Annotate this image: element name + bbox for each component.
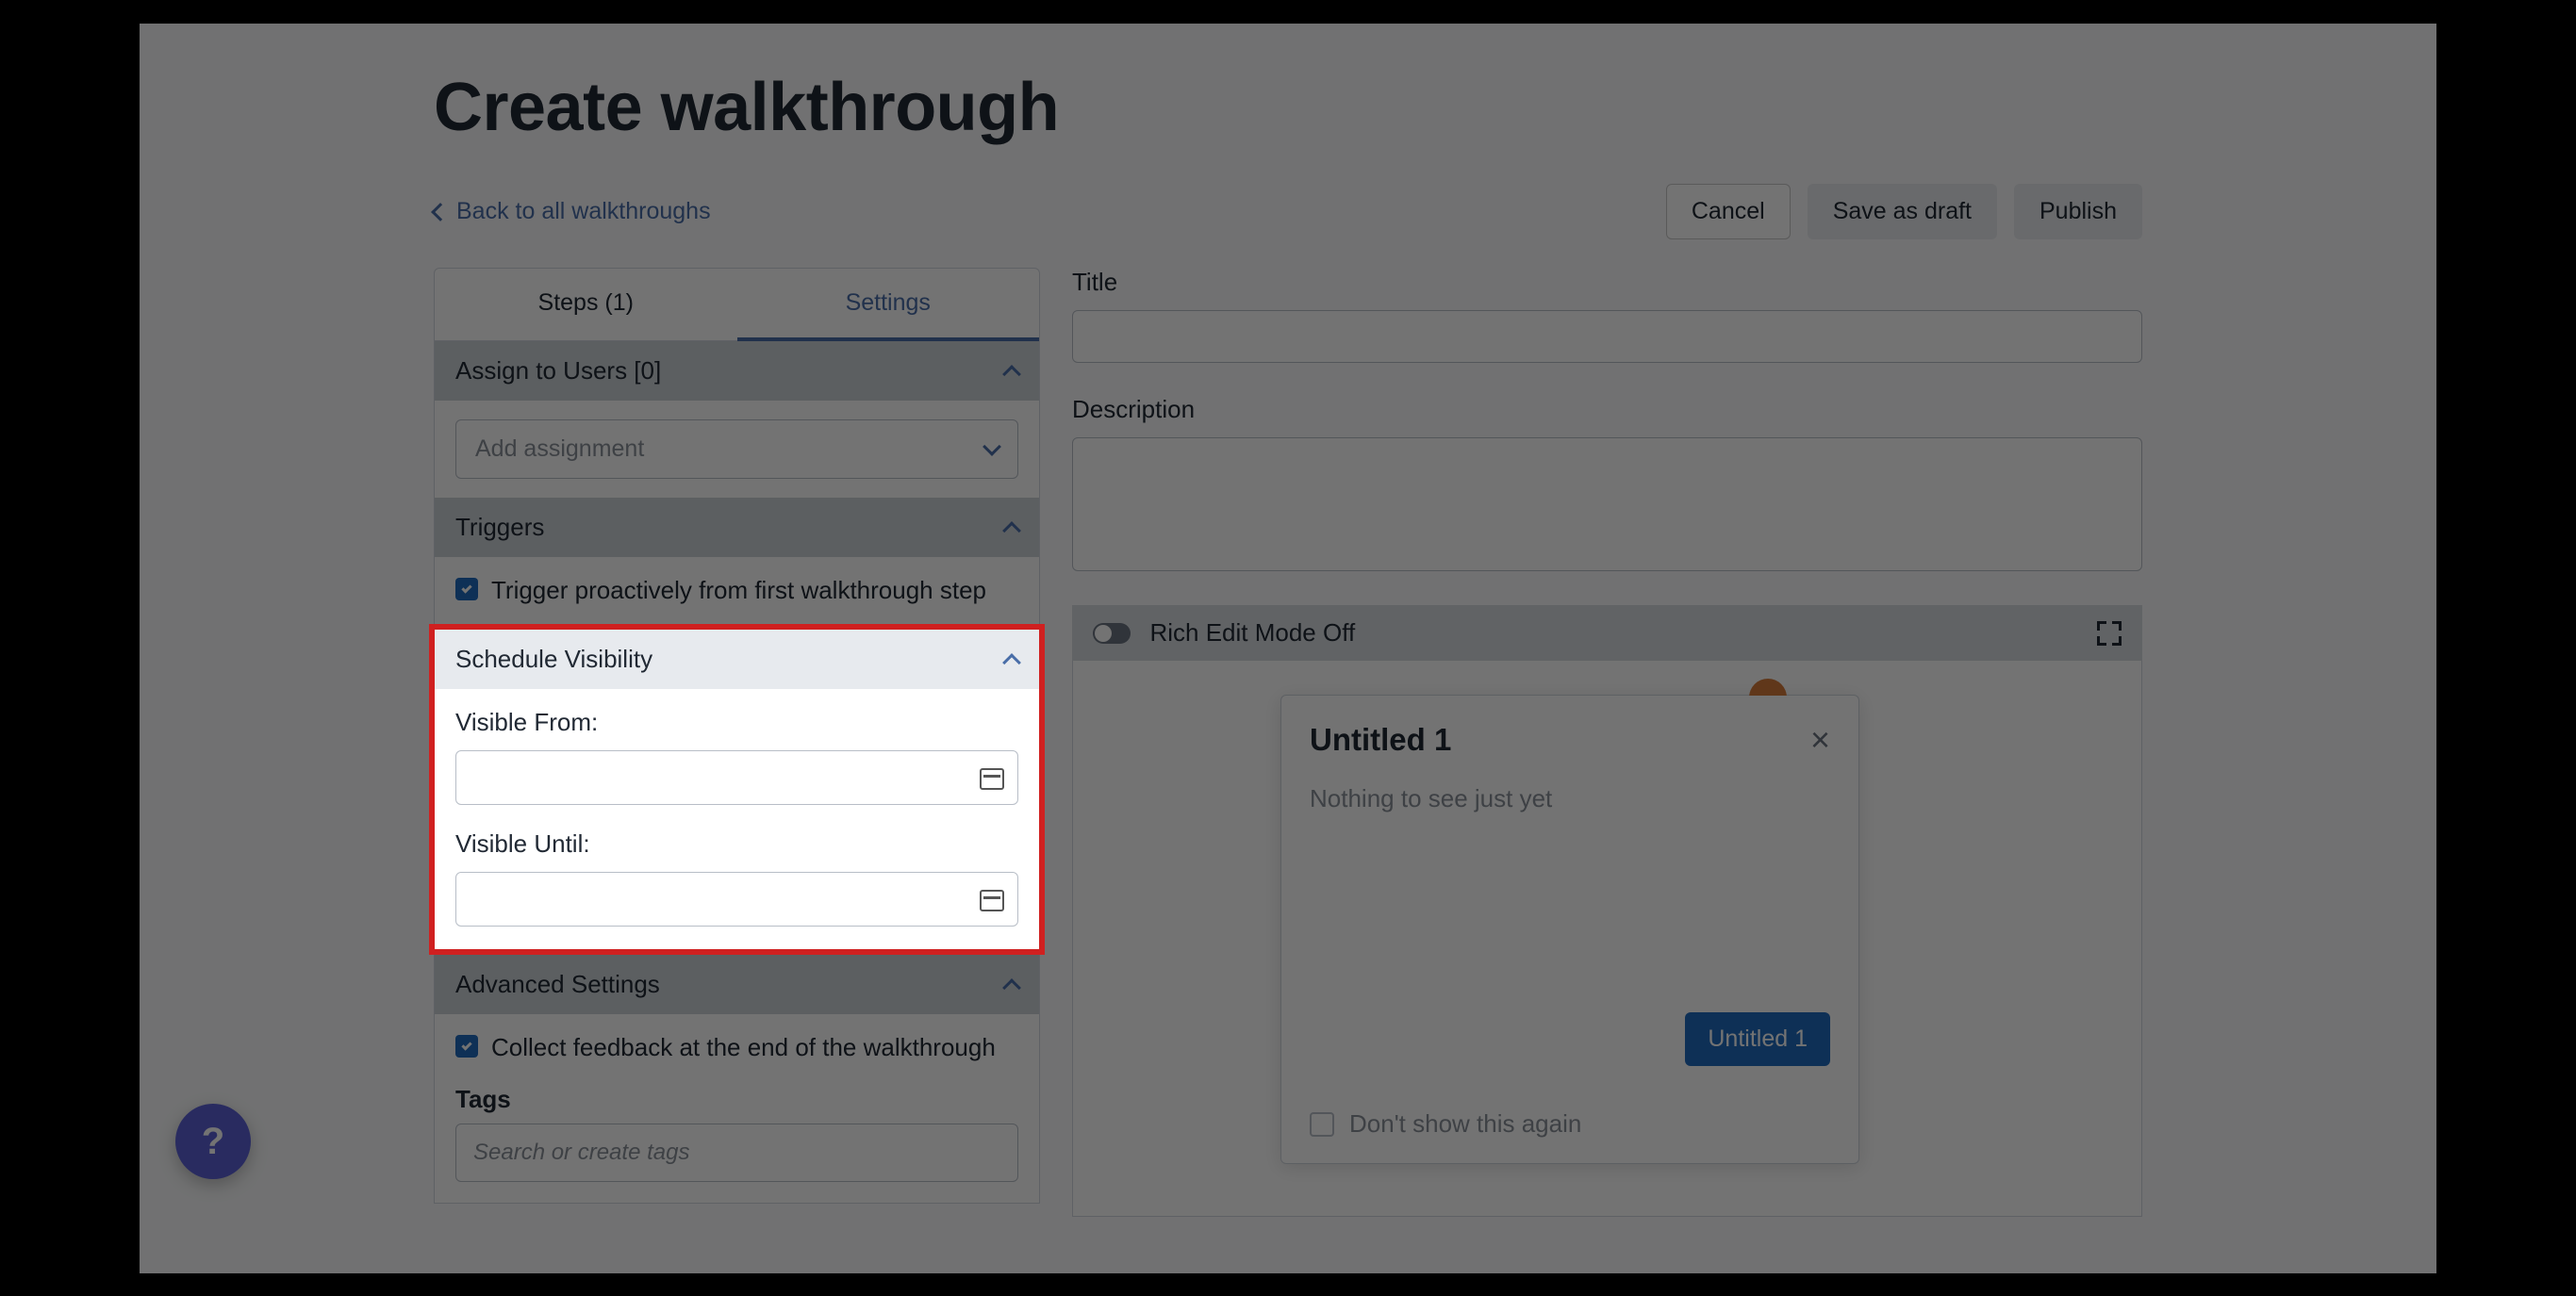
description-label: Description [1072,395,2142,424]
chevron-up-icon [1002,365,1021,384]
assign-header-label: Assign to Users [0] [455,356,661,386]
tab-settings[interactable]: Settings [737,269,1040,341]
chevron-up-icon [1002,521,1021,540]
chevron-up-icon [1002,978,1021,997]
page-title: Create walkthrough [434,69,2436,146]
assign-section-header[interactable]: Assign to Users [0] [435,341,1039,401]
calendar-icon [980,765,1004,790]
popover-title: Untitled 1 [1310,722,1451,758]
trigger-proactive-checkbox[interactable] [455,578,478,600]
chevron-down-icon [983,437,1001,456]
back-to-walkthroughs-link[interactable]: Back to all walkthroughs [434,198,711,225]
tags-input[interactable]: Search or create tags [455,1124,1018,1182]
tab-steps[interactable]: Steps (1) [435,269,737,341]
question-icon: ? [202,1121,224,1163]
trigger-proactive-label: Trigger proactively from first walkthrou… [491,574,986,607]
dont-show-checkbox[interactable] [1310,1112,1334,1137]
rich-edit-toggle[interactable] [1093,623,1131,644]
publish-button[interactable]: Publish [2014,184,2142,239]
add-assignment-dropdown[interactable]: Add assignment [455,419,1018,479]
tags-label: Tags [455,1085,1018,1114]
title-label: Title [1072,268,2142,297]
advanced-section-header[interactable]: Advanced Settings [435,955,1039,1014]
visible-until-input[interactable] [455,872,1018,927]
visible-from-label: Visible From: [455,708,1018,737]
advanced-header-label: Advanced Settings [455,970,660,999]
back-link-label: Back to all walkthroughs [456,198,711,225]
cancel-button[interactable]: Cancel [1666,184,1791,239]
popover-body: Nothing to see just yet [1281,767,1858,1012]
save-draft-button[interactable]: Save as draft [1808,184,1997,239]
calendar-icon [980,887,1004,911]
preview-area: Untitled 1 × Nothing to see just yet Unt… [1072,661,2142,1217]
triggers-section-header[interactable]: Triggers [435,498,1039,557]
chevron-left-icon [431,203,450,221]
schedule-visibility-section: Schedule Visibility Visible From: Visibl… [429,624,1045,955]
preview-popover: Untitled 1 × Nothing to see just yet Unt… [1280,695,1859,1164]
collect-feedback-checkbox[interactable] [455,1035,478,1058]
dont-show-label: Don't show this again [1349,1109,1581,1139]
schedule-header-label: Schedule Visibility [455,645,652,674]
visible-until-label: Visible Until: [455,829,1018,859]
help-fab[interactable]: ? [175,1104,251,1179]
popover-pointer-icon [1749,673,1787,696]
title-input[interactable] [1072,310,2142,363]
collect-feedback-label: Collect feedback at the end of the walkt… [491,1031,996,1064]
visible-from-input[interactable] [455,750,1018,805]
assignment-placeholder: Add assignment [475,435,644,463]
schedule-section-header[interactable]: Schedule Visibility [435,630,1039,689]
expand-icon[interactable] [2097,621,2122,646]
description-input[interactable] [1072,437,2142,571]
close-icon[interactable]: × [1810,730,1830,750]
popover-action-button[interactable]: Untitled 1 [1685,1012,1830,1066]
chevron-up-icon [1002,653,1021,672]
rich-edit-label: Rich Edit Mode Off [1149,618,1355,647]
triggers-header-label: Triggers [455,513,544,542]
